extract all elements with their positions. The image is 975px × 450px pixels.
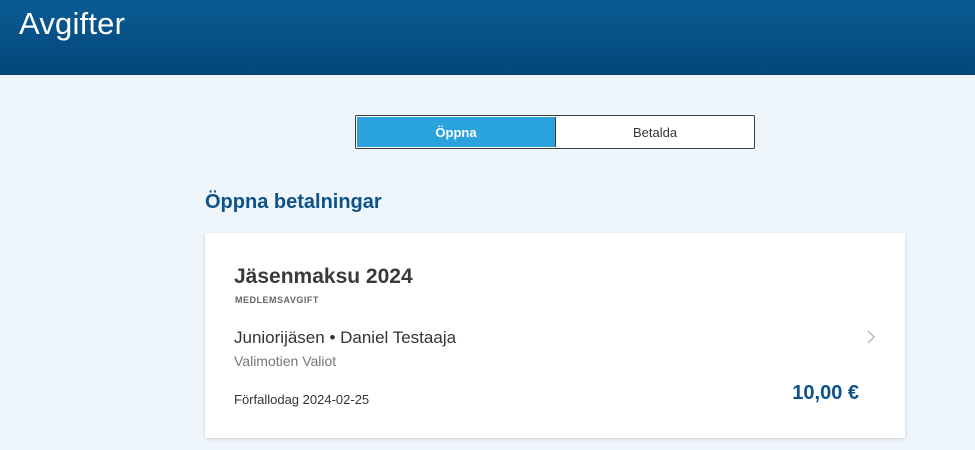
payment-title: Jäsenmaksu 2024 xyxy=(234,265,413,288)
payment-status-tabs: Öppna Betalda xyxy=(355,115,755,149)
tab-open[interactable]: Öppna xyxy=(357,117,556,147)
tab-paid[interactable]: Betalda xyxy=(556,116,754,148)
payment-amount: 10,00 € xyxy=(792,382,859,404)
payment-type: MEDLEMSAVGIFT xyxy=(235,295,319,305)
payment-card[interactable]: Jäsenmaksu 2024 MEDLEMSAVGIFT Juniorijäs… xyxy=(205,233,905,438)
page-title: Avgifter xyxy=(19,6,126,41)
chevron-right-icon xyxy=(867,330,875,344)
section-title: Öppna betalningar xyxy=(205,191,382,213)
payment-club: Valimotien Valiot xyxy=(234,353,337,369)
payment-member: Juniorijäsen • Daniel Testaaja xyxy=(234,328,457,347)
payment-due-date: Förfallodag 2024-02-25 xyxy=(234,392,370,407)
app-header: Avgifter xyxy=(0,0,975,75)
